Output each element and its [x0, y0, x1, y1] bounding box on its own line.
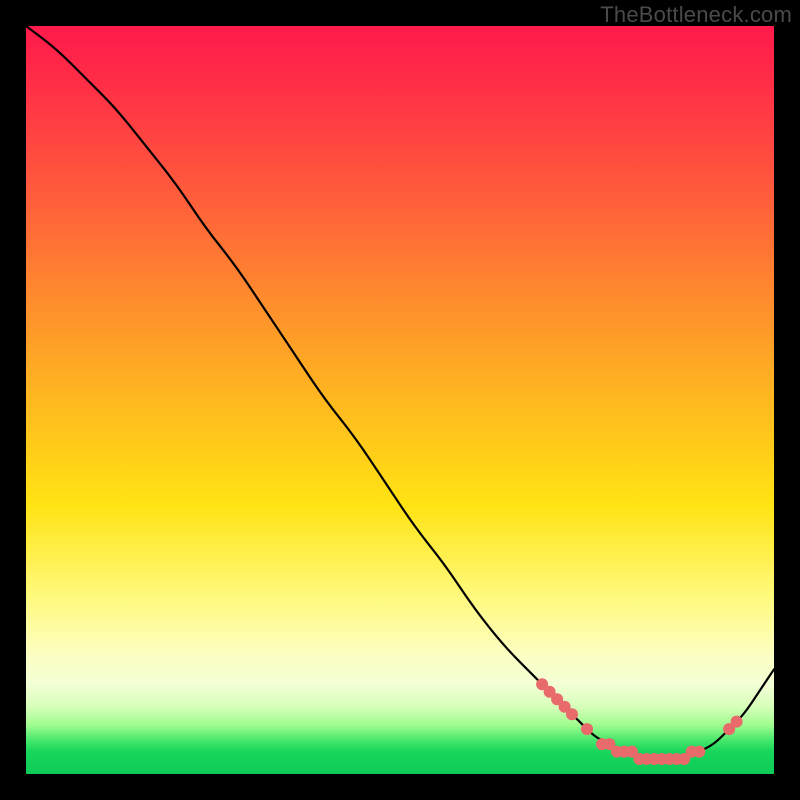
chart-svg	[26, 26, 774, 774]
marker-group	[536, 678, 743, 765]
data-marker	[566, 708, 578, 720]
chart-plot-area	[26, 26, 774, 774]
data-marker	[581, 723, 593, 735]
watermark-text: TheBottleneck.com	[600, 2, 792, 28]
bottleneck-curve	[26, 26, 774, 759]
data-marker	[731, 716, 743, 728]
data-marker	[693, 746, 705, 758]
chart-frame	[20, 20, 780, 780]
